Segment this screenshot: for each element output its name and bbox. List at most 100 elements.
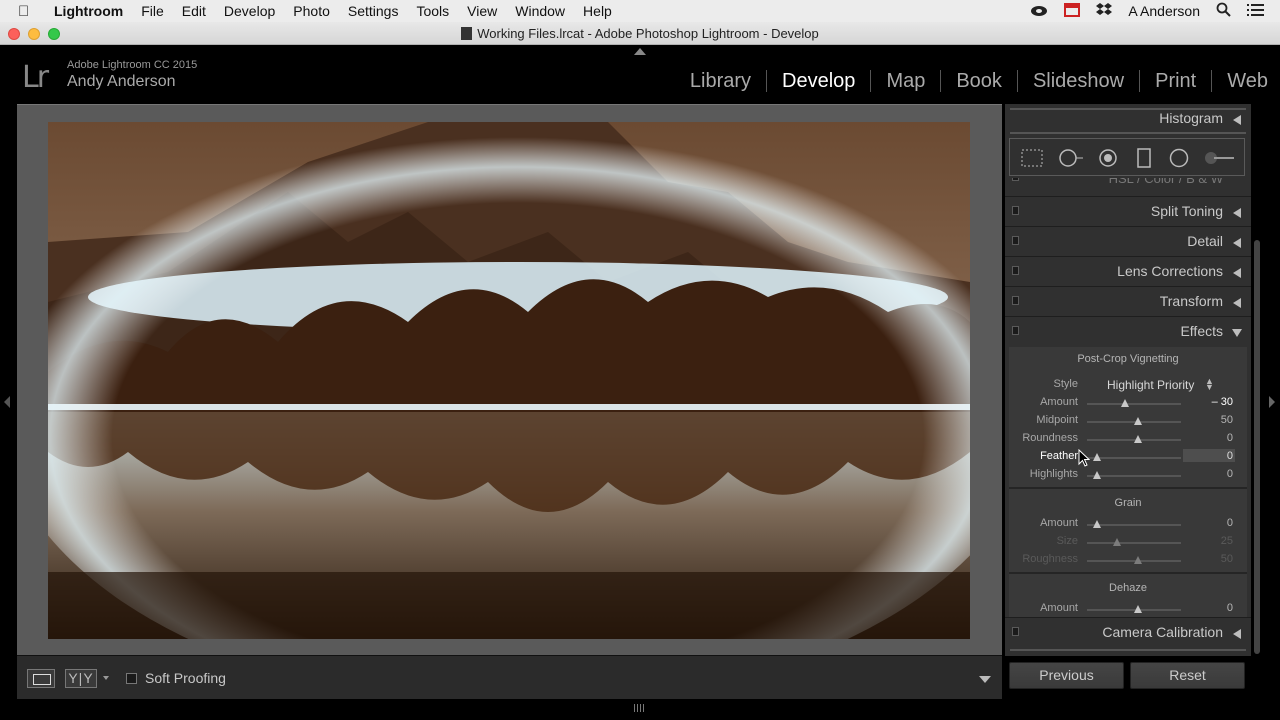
vignette-feather-slider[interactable]: Feather 0 xyxy=(1009,449,1247,467)
module-web[interactable]: Web xyxy=(1212,70,1268,92)
panel-scrollbar[interactable] xyxy=(1254,240,1260,654)
slider-value[interactable]: 0 xyxy=(1227,517,1233,529)
detail-panel-header[interactable]: Detail xyxy=(1005,226,1251,256)
red-eye-icon[interactable] xyxy=(1097,148,1119,173)
menu-tools[interactable]: Tools xyxy=(416,3,449,19)
expand-triangle-icon[interactable] xyxy=(1233,238,1241,248)
image-canvas[interactable] xyxy=(17,104,1002,655)
collapse-triangle-icon[interactable] xyxy=(1233,115,1241,125)
transform-panel-header[interactable]: Transform xyxy=(1005,286,1251,316)
creative-cloud-icon[interactable] xyxy=(1030,3,1048,20)
expand-triangle-icon[interactable] xyxy=(1233,268,1241,278)
toolbar-content-menu-icon[interactable] xyxy=(979,676,991,683)
slider-value[interactable]: 25 xyxy=(1221,535,1233,547)
soft-proofing-checkbox[interactable] xyxy=(126,673,137,684)
slider-value[interactable]: 50 xyxy=(1221,553,1233,565)
vignette-midpoint-slider[interactable]: Midpoint 50 xyxy=(1009,413,1247,431)
previous-button[interactable]: Previous xyxy=(1009,662,1124,689)
expand-triangle-icon[interactable] xyxy=(1233,298,1241,308)
menu-edit[interactable]: Edit xyxy=(182,3,206,19)
module-library[interactable]: Library xyxy=(675,70,768,92)
lens-corrections-panel-header[interactable]: Lens Corrections xyxy=(1005,256,1251,286)
slider-track[interactable] xyxy=(1087,542,1181,544)
right-panel-toggle-icon[interactable] xyxy=(1269,396,1275,408)
vignette-style-row[interactable]: Style Highlight Priority ▲ ▼ xyxy=(1009,377,1247,393)
list-icon[interactable] xyxy=(1247,3,1264,19)
left-panel-toggle-icon[interactable] xyxy=(4,396,10,408)
before-after-button[interactable]: Y|Y xyxy=(65,669,97,688)
slider-track[interactable] xyxy=(1087,457,1181,459)
collapse-triangle-icon[interactable] xyxy=(1232,329,1242,337)
expand-triangle-icon[interactable] xyxy=(1233,629,1241,639)
close-window-button[interactable] xyxy=(8,28,20,40)
grain-size-slider[interactable]: Size 25 xyxy=(1009,534,1247,552)
histogram-panel-header[interactable]: Histogram xyxy=(1005,104,1251,134)
module-book[interactable]: Book xyxy=(941,70,1018,92)
top-panel-toggle-icon[interactable] xyxy=(634,48,646,55)
adjustment-brush-icon[interactable] xyxy=(1202,148,1236,173)
filmstrip-toggle-icon[interactable] xyxy=(634,704,646,712)
menu-photo[interactable]: Photo xyxy=(293,3,330,19)
menu-app[interactable]: Lightroom xyxy=(54,3,123,19)
minimize-window-button[interactable] xyxy=(28,28,40,40)
slider-knob[interactable] xyxy=(1113,538,1121,546)
style-select[interactable]: Highlight Priority xyxy=(1107,378,1194,392)
grain-amount-slider[interactable]: Amount 0 xyxy=(1009,516,1247,534)
effects-panel-header[interactable]: Effects xyxy=(1005,316,1251,346)
split-toning-panel-header[interactable]: Split Toning xyxy=(1005,196,1251,226)
zoom-window-button[interactable] xyxy=(48,28,60,40)
dropbox-icon[interactable] xyxy=(1096,2,1113,20)
spot-removal-icon[interactable] xyxy=(1057,148,1085,173)
detail-switch[interactable] xyxy=(1012,236,1019,245)
slider-knob[interactable] xyxy=(1093,471,1101,479)
module-slideshow[interactable]: Slideshow xyxy=(1018,70,1141,92)
panel-switch[interactable] xyxy=(1012,178,1019,181)
transform-switch[interactable] xyxy=(1012,296,1019,305)
before-after-dropdown-icon[interactable] xyxy=(103,676,109,680)
slider-knob[interactable] xyxy=(1093,453,1101,461)
radial-filter-icon[interactable] xyxy=(1168,148,1190,173)
vignette-highlights-slider[interactable]: Highlights 0 xyxy=(1009,467,1247,485)
photo-preview[interactable] xyxy=(48,122,970,639)
reset-button[interactable]: Reset xyxy=(1130,662,1245,689)
crop-overlay-icon[interactable] xyxy=(1020,148,1044,173)
slider-value[interactable]: 0 xyxy=(1227,602,1233,614)
menu-view[interactable]: View xyxy=(467,3,497,19)
slider-knob[interactable] xyxy=(1134,417,1142,425)
slider-track[interactable] xyxy=(1087,403,1181,405)
vignette-roundness-slider[interactable]: Roundness 0 xyxy=(1009,431,1247,449)
loupe-view-button[interactable] xyxy=(27,669,55,688)
slider-knob[interactable] xyxy=(1121,399,1129,407)
menu-settings[interactable]: Settings xyxy=(348,3,399,19)
graduated-filter-icon[interactable] xyxy=(1134,148,1154,173)
menu-file[interactable]: File xyxy=(141,3,164,19)
lens-corrections-switch[interactable] xyxy=(1012,266,1019,275)
vignette-amount-slider[interactable]: Amount – 30 xyxy=(1009,395,1247,413)
slider-value[interactable]: 0 xyxy=(1227,468,1233,480)
slider-track[interactable] xyxy=(1087,524,1181,526)
module-map[interactable]: Map xyxy=(871,70,942,92)
effects-switch[interactable] xyxy=(1012,326,1019,335)
expand-triangle-icon[interactable] xyxy=(1233,208,1241,218)
slider-knob[interactable] xyxy=(1093,520,1101,528)
slider-knob[interactable] xyxy=(1134,435,1142,443)
slider-knob[interactable] xyxy=(1134,556,1142,564)
grain-roughness-slider[interactable]: Roughness 50 xyxy=(1009,552,1247,570)
camera-calibration-panel-header[interactable]: Camera Calibration xyxy=(1005,617,1251,647)
user-name[interactable]: A Anderson xyxy=(1128,3,1200,19)
slider-track[interactable] xyxy=(1087,475,1181,477)
module-develop[interactable]: Develop xyxy=(767,70,872,92)
hsl-panel-header[interactable]: HSL / Color / B & W xyxy=(1005,178,1251,190)
module-print[interactable]: Print xyxy=(1140,70,1213,92)
updown-arrows-icon[interactable]: ▲ ▼ xyxy=(1205,377,1214,392)
camera-calibration-switch[interactable] xyxy=(1012,627,1019,636)
soft-proofing-label[interactable]: Soft Proofing xyxy=(145,670,226,686)
slider-value[interactable]: 0 xyxy=(1227,450,1233,462)
slider-value[interactable]: – 30 xyxy=(1212,396,1233,408)
search-icon[interactable] xyxy=(1216,2,1231,20)
menu-help[interactable]: Help xyxy=(583,3,612,19)
split-toning-switch[interactable] xyxy=(1012,206,1019,215)
slider-knob[interactable] xyxy=(1134,605,1142,613)
calendar-icon[interactable] xyxy=(1064,2,1081,20)
apple-icon[interactable]:  xyxy=(18,3,40,20)
